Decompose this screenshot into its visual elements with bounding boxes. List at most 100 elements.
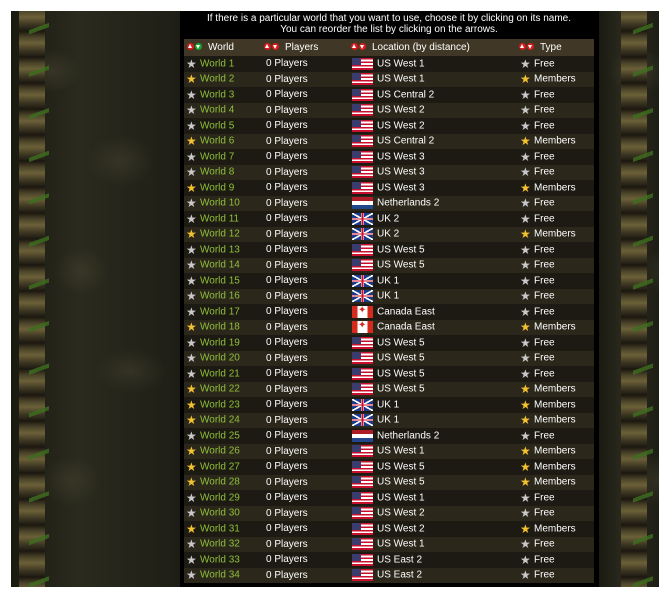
location-cell: US West 2 [352,103,520,119]
world-link[interactable]: World 10 [200,198,240,209]
us-flag-icon [352,383,373,396]
location-label: US West 1 [377,538,425,550]
players-cell: 0 Players [266,213,308,225]
sort-players-asc-icon[interactable] [264,43,271,50]
location-cell: US West 5 [352,351,520,367]
type-cell: ★ Members [520,459,594,475]
grey-star-icon: ★ [186,273,197,288]
world-link[interactable]: World 2 [200,74,234,85]
world-link[interactable]: World 24 [200,415,240,426]
type-label: Members [534,399,576,411]
world-link[interactable]: World 26 [200,446,240,457]
world-link[interactable]: World 19 [200,337,240,348]
world-cell: ★ World 18 [184,320,266,336]
world-link[interactable]: World 12 [200,229,240,240]
world-link[interactable]: World 1 [200,58,234,69]
world-select-panel: If there is a particular world that you … [180,11,598,587]
type-cell: ★ Free [520,304,594,320]
location-label: US West 3 [377,166,425,178]
world-link[interactable]: World 7 [200,151,234,162]
header-world: World [187,39,234,56]
table-row: ★ World 12 0 Players UK 2 ★ Members [184,226,594,242]
table-row: ★ World 21 0 Players US West 5 ★ Free [184,366,594,382]
grey-star-icon: ★ [520,87,531,102]
table-row: ★ World 26 0 Players US West 1 ★ Members [184,443,594,460]
type-cell: ★ Free [520,506,594,522]
world-link[interactable]: World 6 [200,136,234,147]
world-cell: ★ World 13 [184,242,266,258]
world-cell: ★ World 11 [184,211,266,227]
sort-type-desc-icon[interactable] [527,43,534,50]
table-row: ★ World 16 0 Players UK 1 ★ Free [184,288,594,304]
ca-flag-icon [352,321,373,334]
grey-star-icon: ★ [520,351,531,366]
world-link[interactable]: World 17 [200,306,240,317]
sort-world-asc-icon[interactable] [187,43,194,50]
location-label: US West 1 [377,445,425,457]
sort-players-desc-icon[interactable] [272,43,279,50]
grey-star-icon: ★ [520,118,531,133]
world-link[interactable]: World 13 [200,244,240,255]
us-flag-icon [352,135,373,148]
grey-star-icon: ★ [520,568,531,583]
world-link[interactable]: World 14 [200,260,240,271]
type-label: Members [534,445,576,457]
players-cell: 0 Players [266,89,308,101]
world-link[interactable]: World 33 [200,554,240,565]
sort-type-asc-icon[interactable] [519,43,526,50]
location-cell: US West 5 [352,258,520,274]
world-cell: ★ World 2 [184,72,266,88]
header-type-label: Type [540,42,562,54]
world-link[interactable]: World 29 [200,492,240,503]
world-link[interactable]: World 32 [200,539,240,550]
table-row: ★ World 23 0 Players UK 1 ★ Members [184,397,594,413]
world-cell: ★ World 6 [184,134,266,150]
world-link[interactable]: World 25 [200,430,240,441]
world-link[interactable]: World 28 [200,477,240,488]
uk-flag-icon [352,274,373,287]
location-label: UK 2 [377,228,400,240]
type-label: Members [534,182,576,194]
world-link[interactable]: World 20 [200,353,240,364]
world-link[interactable]: World 21 [200,368,240,379]
location-label: US West 5 [377,368,425,380]
world-link[interactable]: World 9 [200,182,234,193]
location-cell: Canada East [352,320,520,336]
location-cell: US West 1 [352,444,520,460]
world-link[interactable]: World 8 [200,167,234,178]
world-link[interactable]: World 30 [200,508,240,519]
world-link[interactable]: World 4 [200,105,234,116]
world-cell: ★ World 32 [184,537,266,553]
world-link[interactable]: World 15 [200,275,240,286]
world-cell: ★ World 23 [184,397,266,413]
grey-star-icon: ★ [186,87,197,102]
world-link[interactable]: World 34 [200,570,240,581]
world-link[interactable]: World 3 [200,89,234,100]
world-link[interactable]: World 31 [200,523,240,534]
world-list-table: World Players Location (by distance) Typ… [184,39,594,583]
world-link[interactable]: World 16 [200,291,240,302]
world-link[interactable]: World 27 [200,461,240,472]
location-label: UK 1 [377,290,400,302]
gold-star-icon: ★ [520,72,531,87]
world-link[interactable]: World 5 [200,120,234,131]
world-link[interactable]: World 18 [200,322,240,333]
world-link[interactable]: World 22 [200,384,240,395]
players-cell: 0 Players [266,73,308,85]
instruction-line-1: If there is a particular world that you … [206,13,572,24]
grey-star-icon: ★ [186,165,197,180]
world-cell: ★ World 30 [184,506,266,522]
type-cell: ★ Free [520,568,594,584]
type-label: Members [534,228,576,240]
instruction-line-2: You can reorder the list by clicking on … [280,24,498,35]
players-cell: 0 Players [266,228,308,240]
sort-location-asc-icon[interactable] [351,43,358,50]
sort-world-desc-icon[interactable] [195,43,202,50]
sort-location-desc-icon[interactable] [359,43,366,50]
world-link[interactable]: World 23 [200,399,240,410]
world-link[interactable]: World 11 [200,213,239,224]
players-cell: 0 Players [266,306,308,318]
grey-star-icon: ★ [186,103,197,118]
gold-star-icon: ★ [186,521,197,536]
location-cell: US West 2 [352,118,520,134]
